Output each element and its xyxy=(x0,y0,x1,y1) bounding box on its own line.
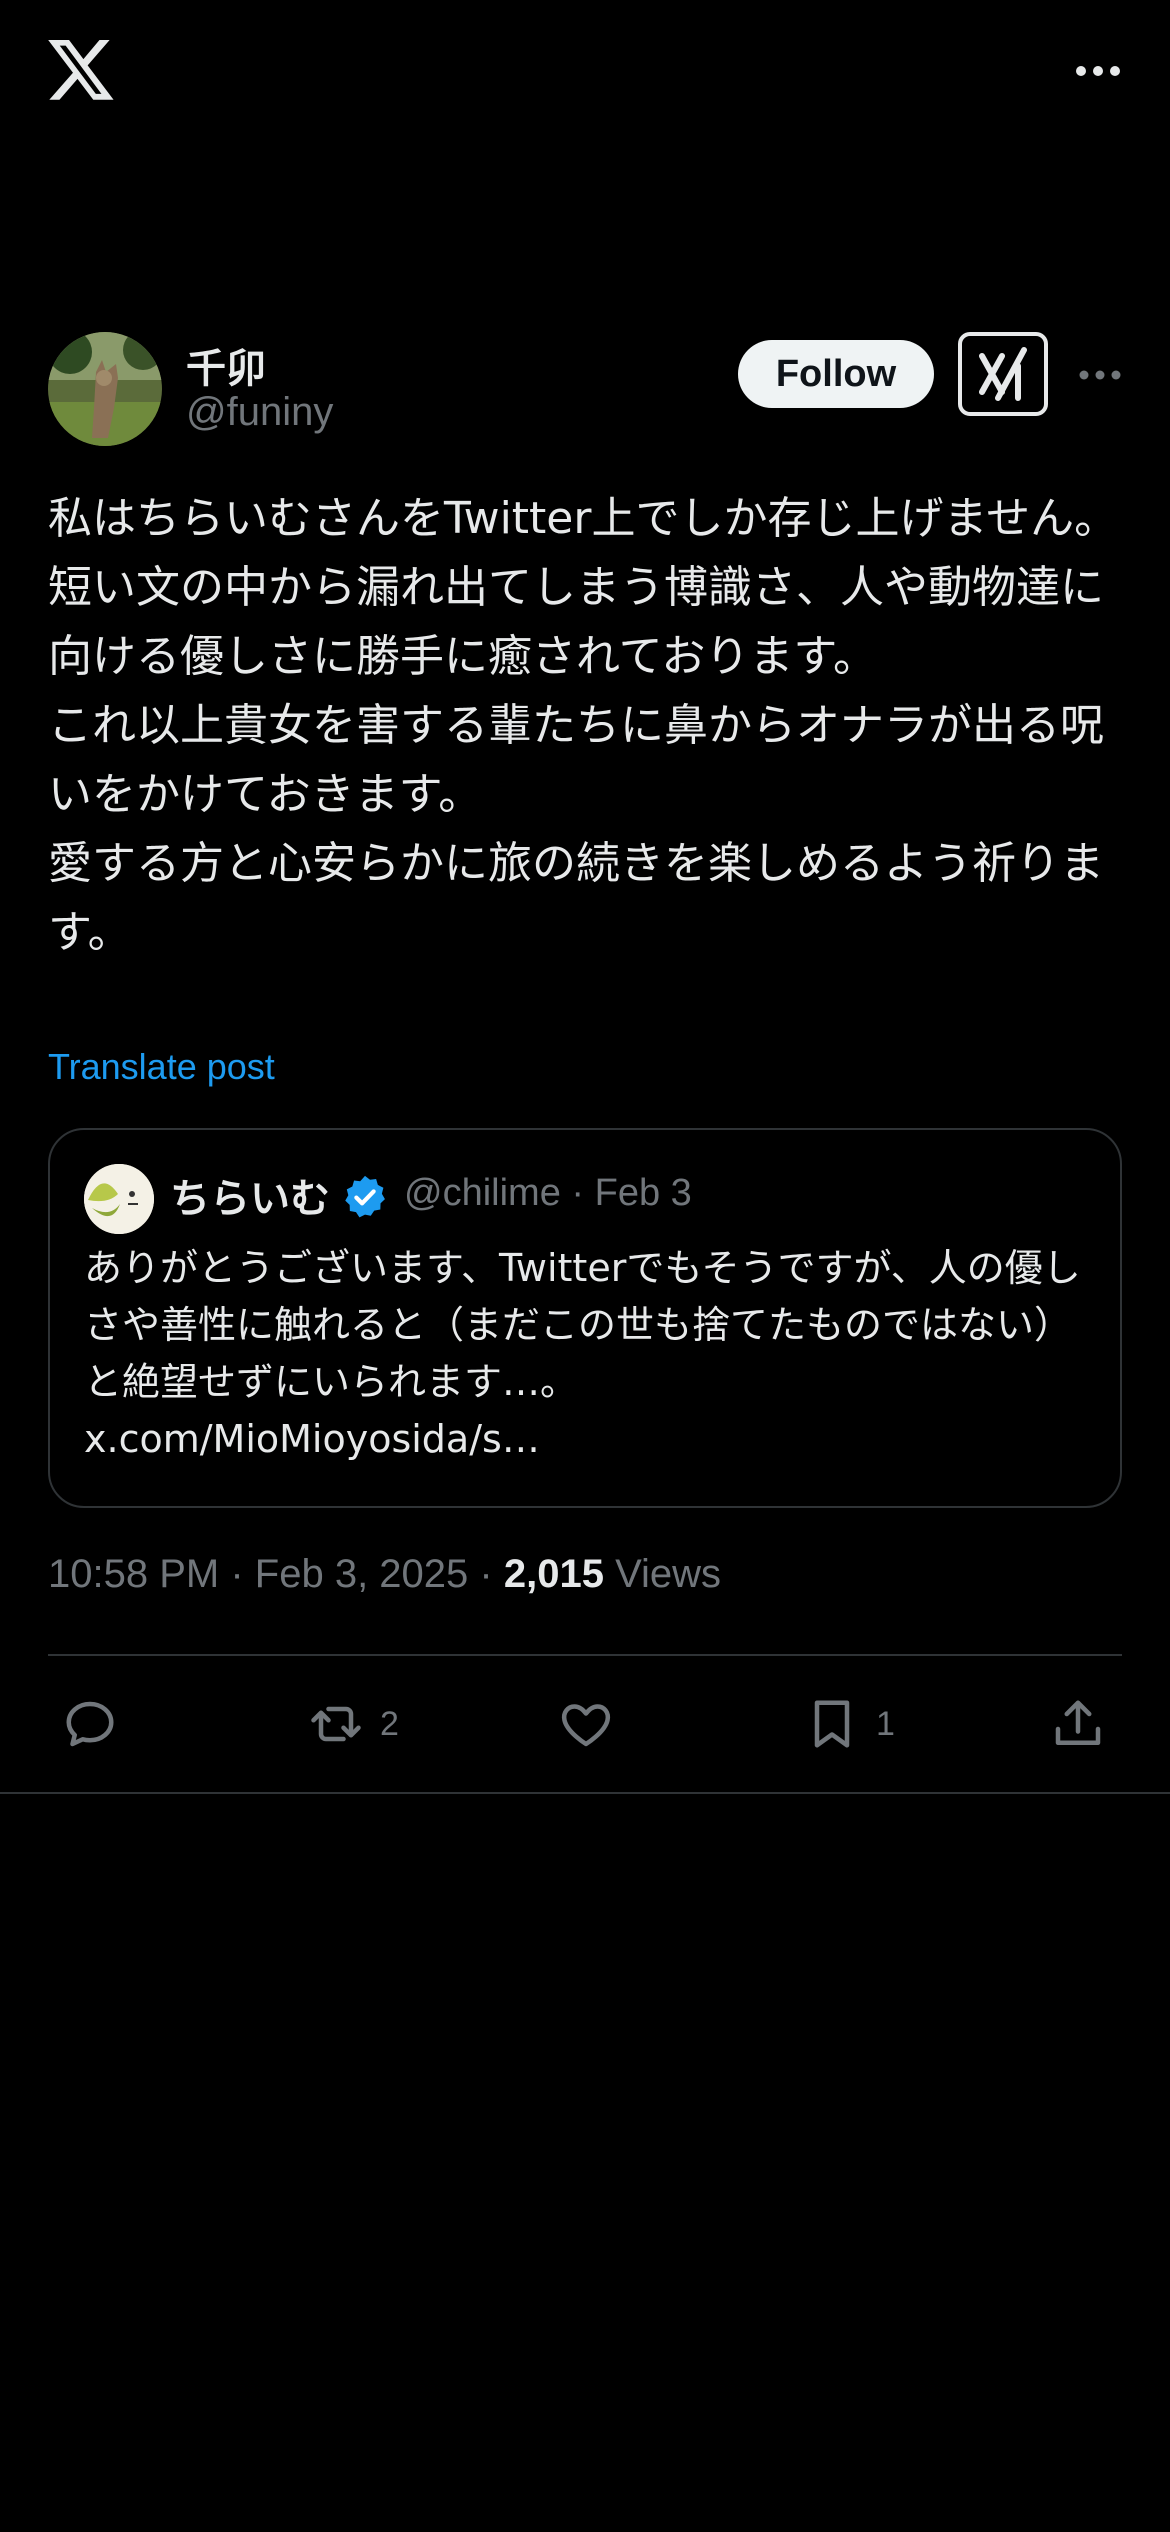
post-meta: 10:58 PM · Feb 3, 2025 · 2,015 Views xyxy=(48,1552,721,1597)
divider xyxy=(0,1792,1170,1794)
repost-icon xyxy=(311,1706,361,1742)
bookmark-count: 1 xyxy=(876,1704,895,1743)
meta-separator: · xyxy=(230,1552,255,1596)
author-handle[interactable]: @funiny xyxy=(186,390,333,435)
verified-badge-icon xyxy=(345,1175,385,1218)
author-avatar[interactable] xyxy=(48,332,162,446)
grok-icon xyxy=(979,347,1027,401)
post-time[interactable]: 10:58 PM xyxy=(48,1552,219,1596)
grok-button[interactable] xyxy=(958,332,1048,416)
quoted-post[interactable]: ちらいむ @chilime · Feb 3 ありがとうございます、Twitter… xyxy=(48,1128,1122,1508)
meta-separator: · xyxy=(571,1172,595,1214)
divider xyxy=(48,1654,1122,1656)
views-label: Views xyxy=(615,1552,722,1596)
like-button[interactable] xyxy=(556,1694,630,1754)
share-button[interactable] xyxy=(1048,1694,1108,1754)
bookmark-icon xyxy=(814,1700,850,1748)
quote-text: ありがとうございます、Twitterでもそうですが、人の優しさや善性に触れると（… xyxy=(84,1246,1081,1461)
author-name[interactable]: 千卯 xyxy=(186,336,266,394)
quote-author-name: ちらいむ xyxy=(170,1176,330,1222)
bookmark-button[interactable]: 1 xyxy=(802,1694,895,1754)
meta-separator: · xyxy=(479,1552,504,1596)
follow-button[interactable]: Follow xyxy=(738,340,934,408)
x-logo-icon[interactable] xyxy=(48,40,116,102)
reply-button[interactable] xyxy=(60,1694,134,1754)
share-icon xyxy=(1055,1700,1101,1745)
post-text: 私はちらいむさんをTwitter上でしか存じ上げません。 短い文の中から漏れ出て… xyxy=(48,493,1119,958)
quote-author-avatar[interactable] xyxy=(84,1164,154,1234)
repost-button[interactable]: 2 xyxy=(306,1694,399,1754)
views-count: 2,015 xyxy=(503,1552,604,1596)
repost-count: 2 xyxy=(380,1704,399,1743)
heart-icon xyxy=(561,1704,611,1747)
post-author: 千卯 @funiny Follow xyxy=(48,332,1122,450)
reply-icon xyxy=(66,1701,114,1747)
post-more-icon[interactable] xyxy=(1078,368,1122,382)
translate-post-link[interactable]: Translate post xyxy=(48,1046,275,1088)
quote-meta: @chilime · Feb 3 xyxy=(404,1172,692,1215)
top-bar xyxy=(0,0,1170,150)
more-options-icon[interactable] xyxy=(1074,64,1122,78)
quote-date: Feb 3 xyxy=(594,1172,692,1214)
quote-author-handle: @chilime xyxy=(404,1172,561,1214)
action-bar: 2 1 xyxy=(0,1666,1170,1788)
post-date[interactable]: Feb 3, 2025 xyxy=(255,1552,469,1596)
